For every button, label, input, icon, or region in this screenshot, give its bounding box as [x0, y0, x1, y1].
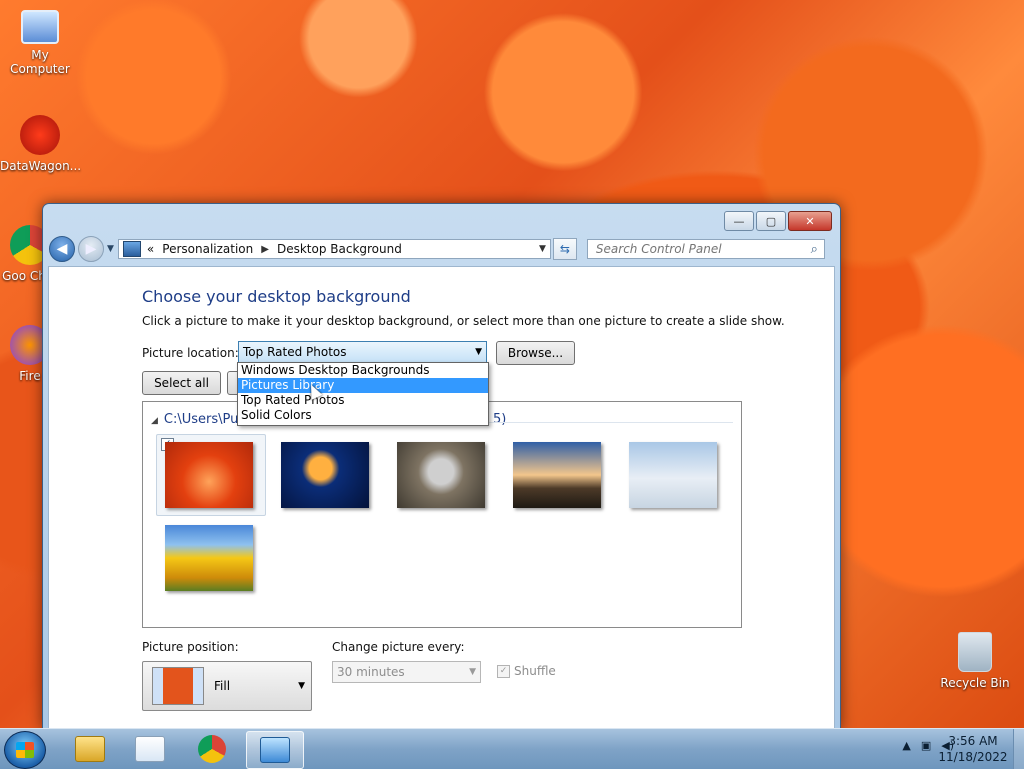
media-player-icon: [135, 736, 165, 762]
group-count: 5): [493, 412, 507, 427]
chevron-down-icon: ▼: [475, 347, 482, 357]
shuffle-label: Shuffle: [514, 664, 556, 678]
control-panel-icon: [122, 241, 141, 257]
content-pane: Choose your desktop background Click a p…: [48, 266, 835, 729]
search-input[interactable]: [593, 241, 798, 257]
show-desktop-button[interactable]: [1013, 729, 1024, 769]
start-button[interactable]: [4, 731, 46, 769]
breadcrumb-separator-icon[interactable]: ▶: [261, 244, 269, 255]
desktop-icon-label: DataWagon...: [0, 159, 82, 173]
breadcrumb-personalization[interactable]: Personalization: [162, 242, 253, 256]
group-path: C:\Users\Pu: [163, 412, 239, 427]
taskbar-chrome[interactable]: [184, 731, 240, 767]
collapse-triangle-icon[interactable]: ◢: [151, 416, 158, 426]
page-description: Click a picture to make it your desktop …: [142, 314, 785, 328]
picture-position-label: Picture position:: [142, 640, 239, 654]
navigation-bar: ◀ ▶ ▼ « Personalization ▶ Desktop Backgr…: [49, 236, 834, 262]
taskbar-media-player[interactable]: [122, 731, 178, 767]
select-all-button[interactable]: Select all: [142, 371, 221, 395]
desktop-icon-label: My Computer: [10, 48, 70, 76]
shuffle-checkbox[interactable]: ✓ Shuffle: [497, 664, 556, 678]
back-button[interactable]: ◀: [49, 236, 75, 262]
refresh-button[interactable]: ⇆: [552, 238, 577, 260]
search-icon[interactable]: ⌕: [811, 242, 818, 257]
desktop-icon-recycle-bin[interactable]: Recycle Bin: [935, 632, 1015, 690]
page-title: Choose your desktop background: [142, 287, 411, 306]
clock-time: 3:56 AM: [948, 734, 998, 748]
option-pictures-library[interactable]: Pictures Library: [238, 378, 488, 393]
option-solid-colors[interactable]: Solid Colors: [238, 408, 488, 423]
chevron-down-icon: ▼: [298, 681, 305, 691]
clock[interactable]: 3:56 AM 11/18/2022: [928, 733, 1018, 765]
desktop-icon-datawagon[interactable]: DataWagon...: [0, 115, 82, 173]
maximize-button[interactable]: ▢: [756, 211, 786, 231]
desktop-icon-my-computer[interactable]: My Computer: [0, 10, 80, 76]
recent-pages-button[interactable]: ▼: [107, 244, 114, 254]
picture-position-select[interactable]: Fill ▼: [142, 661, 312, 711]
minimize-button[interactable]: —: [724, 211, 754, 231]
picture-gallery: ◢C:\Users\Pu 5) ✓: [142, 401, 742, 628]
taskbar-control-panel[interactable]: [246, 731, 304, 769]
thumbnail-flower[interactable]: [165, 442, 253, 508]
picture-location-value: Top Rated Photos: [243, 345, 347, 359]
change-picture-value: 30 minutes: [337, 665, 405, 679]
address-bar[interactable]: « Personalization ▶ Desktop Background ▼: [117, 239, 551, 259]
position-preview-icon: [152, 667, 204, 705]
picture-location-label: Picture location:: [142, 346, 239, 360]
control-panel-icon: [260, 737, 290, 763]
breadcrumb-desktop-background[interactable]: Desktop Background: [277, 242, 402, 256]
show-hidden-icons-icon[interactable]: ▲: [902, 739, 910, 752]
breadcrumb-overflow[interactable]: «: [147, 242, 154, 256]
search-box[interactable]: ⌕: [586, 239, 825, 259]
taskbar-explorer[interactable]: [62, 731, 118, 767]
option-windows-desktop-backgrounds[interactable]: Windows Desktop Backgrounds: [238, 363, 488, 378]
control-panel-window: — ▢ ✕ ◀ ▶ ▼ « Personalization ▶ Desktop …: [42, 203, 841, 730]
thumbnail-tulips[interactable]: [165, 525, 253, 591]
chevron-down-icon: ▼: [469, 667, 476, 677]
thumbnail-koala[interactable]: [397, 442, 485, 508]
computer-icon: [21, 10, 59, 44]
thumbnail-jellyfish[interactable]: [281, 442, 369, 508]
folder-icon: [75, 736, 105, 762]
windows-logo-icon: [16, 742, 34, 758]
picture-position-value: Fill: [214, 679, 231, 693]
thumbnail-penguins[interactable]: [629, 442, 717, 508]
taskbar: ▲ ▣ ◀) 3:56 AM 11/18/2022: [0, 728, 1024, 769]
clock-date: 11/18/2022: [938, 750, 1008, 764]
window-controls: — ▢ ✕: [724, 211, 832, 231]
address-dropdown-icon[interactable]: ▼: [539, 244, 546, 254]
close-button[interactable]: ✕: [788, 211, 832, 231]
picture-location-select[interactable]: Top Rated Photos ▼: [238, 341, 487, 363]
checkbox-icon[interactable]: ✓: [497, 664, 510, 678]
change-picture-select[interactable]: 30 minutes ▼: [332, 661, 481, 683]
browse-button[interactable]: Browse...: [496, 341, 575, 365]
option-top-rated-photos[interactable]: Top Rated Photos: [238, 393, 488, 408]
chrome-icon: [198, 735, 226, 763]
desktop-icon-label: Recycle Bin: [940, 676, 1010, 690]
recycle-bin-icon: [958, 632, 992, 672]
change-picture-label: Change picture every:: [332, 640, 465, 654]
picture-location-dropdown-list: Windows Desktop Backgrounds Pictures Lib…: [237, 362, 489, 426]
thumbnail-lighthouse[interactable]: [513, 442, 601, 508]
forward-button[interactable]: ▶: [78, 236, 104, 262]
group-header[interactable]: ◢ C:\Users\Pu: [151, 412, 238, 427]
desktop-icon-label: Fire: [19, 369, 41, 383]
datawagon-icon: [20, 115, 60, 155]
